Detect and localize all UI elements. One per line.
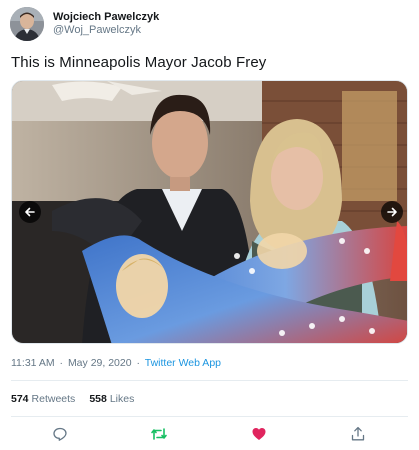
author-names: Wojciech Pawelczyk @Woj_Pawelczyk	[53, 11, 159, 36]
meta-separator: ·	[136, 357, 141, 369]
avatar-photo	[10, 7, 44, 41]
share-icon	[351, 426, 365, 441]
tweet-date[interactable]: May 29, 2020	[68, 357, 132, 369]
tweet-text: This is Minneapolis Mayor Jacob Frey	[11, 54, 267, 71]
next-photo-button[interactable]	[381, 201, 403, 223]
tweet-meta: 11:31 AM · May 29, 2020 · Twitter Web Ap…	[11, 357, 221, 369]
reply-icon	[53, 427, 67, 441]
heart-icon	[252, 428, 266, 440]
tweet-stats: 574 Retweets 558 Likes	[11, 393, 134, 405]
tweet-time[interactable]: 11:31 AM	[11, 357, 55, 369]
retweet-button[interactable]	[149, 424, 169, 444]
tweet-photo[interactable]	[11, 80, 408, 344]
tweet-card: Wojciech Pawelczyk @Woj_Pawelczyk This i…	[0, 0, 419, 450]
tweet-source-link[interactable]: Twitter Web App	[145, 357, 221, 369]
arrow-right-icon	[387, 207, 397, 217]
divider	[11, 416, 408, 417]
meta-separator: ·	[59, 357, 64, 369]
tweet-actions	[0, 424, 419, 444]
share-button[interactable]	[348, 424, 368, 444]
author-avatar[interactable]	[10, 7, 44, 41]
reply-button[interactable]	[50, 424, 70, 444]
likes-count: 558	[89, 393, 107, 405]
retweet-icon	[151, 428, 167, 440]
photo-image	[12, 81, 407, 343]
previous-photo-button[interactable]	[19, 201, 41, 223]
arrow-left-icon	[25, 207, 35, 217]
author-handle[interactable]: @Woj_Pawelczyk	[53, 24, 159, 37]
like-button[interactable]	[249, 424, 269, 444]
likes-stat[interactable]: 558 Likes	[89, 393, 134, 405]
likes-label: Likes	[109, 393, 135, 405]
divider	[11, 380, 408, 381]
tweet-header: Wojciech Pawelczyk @Woj_Pawelczyk	[10, 6, 159, 42]
retweets-stat[interactable]: 574 Retweets	[11, 393, 75, 405]
retweets-label: Retweets	[31, 393, 76, 405]
author-display-name[interactable]: Wojciech Pawelczyk	[53, 11, 159, 24]
retweets-count: 574	[11, 393, 29, 405]
